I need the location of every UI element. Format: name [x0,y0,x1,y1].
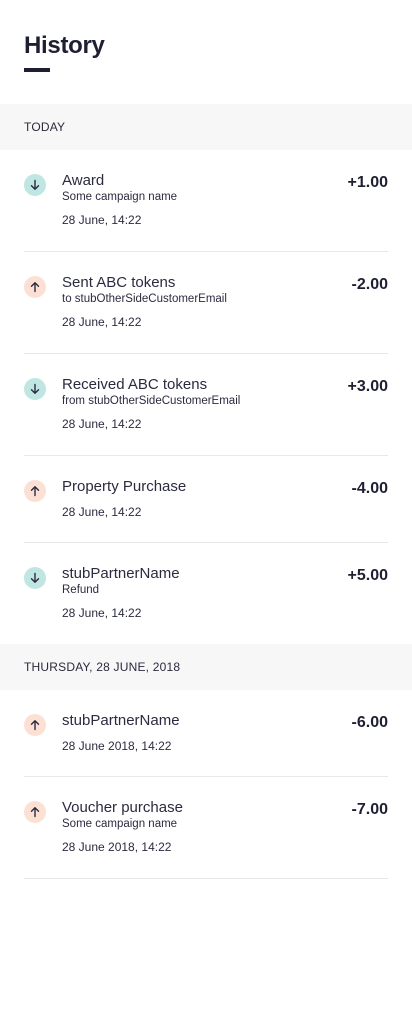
transaction-title: Received ABC tokens [62,376,208,393]
transaction-date: 28 June 2018, 14:22 [62,739,172,753]
transaction-date: 28 June, 14:22 [62,606,142,620]
transaction-subtitle: to stubOtherSideCustomerEmail [62,293,227,305]
section-header-today: TODAY [0,104,412,150]
section-header-date: THURSDAY, 28 JUNE, 2018 [0,644,412,690]
transaction-item[interactable]: Award Some campaign name 28 June, 14:22 … [24,150,388,252]
transaction-subtitle: Some campaign name [62,191,178,203]
title-underline [24,68,50,72]
transaction-item[interactable]: Voucher purchase Some campaign name 28 J… [24,777,388,879]
arrow-down-icon [24,174,46,196]
arrow-up-icon [24,801,46,823]
transaction-date: 28 June, 14:22 [62,417,142,431]
transaction-date: 28 June, 14:22 [62,505,142,519]
transaction-amount: +1.00 [347,174,388,191]
arrow-down-icon [24,378,46,400]
transaction-date: 28 June, 14:22 [62,315,142,329]
transaction-amount: -7.00 [351,801,388,818]
transaction-date: 28 June 2018, 14:22 [62,840,172,854]
transaction-item[interactable]: Sent ABC tokens to stubOtherSideCustomer… [24,252,388,354]
arrow-up-icon [24,276,46,298]
transaction-subtitle: Refund [62,584,100,596]
transaction-title: stubPartnerName [62,565,180,582]
transaction-amount: +3.00 [347,378,388,395]
transaction-title: stubPartnerName [62,712,180,729]
arrow-up-icon [24,480,46,502]
transaction-amount: +5.00 [347,567,388,584]
transaction-date: 28 June, 14:22 [62,213,142,227]
transaction-title: Award [62,172,105,189]
transaction-item[interactable]: stubPartnerName Refund 28 June, 14:22 +5… [24,543,388,644]
transaction-subtitle: from stubOtherSideCustomerEmail [62,395,241,407]
transaction-item[interactable]: Property Purchase 28 June, 14:22 -4.00 [24,456,388,543]
transaction-title: Voucher purchase [62,799,183,816]
transaction-amount: -6.00 [351,714,388,731]
transaction-item[interactable]: Received ABC tokens from stubOtherSideCu… [24,354,388,456]
transaction-amount: -4.00 [351,480,388,497]
transaction-amount: -2.00 [351,276,388,293]
divider [24,878,388,879]
transaction-item[interactable]: stubPartnerName 28 June 2018, 14:22 -6.0… [24,690,388,777]
page-title: History [24,32,105,59]
arrow-up-icon [24,714,46,736]
transaction-title: Property Purchase [62,478,187,495]
page-header: History [24,32,105,60]
transaction-title: Sent ABC tokens [62,274,176,291]
arrow-down-icon [24,567,46,589]
transaction-subtitle: Some campaign name [62,818,178,830]
